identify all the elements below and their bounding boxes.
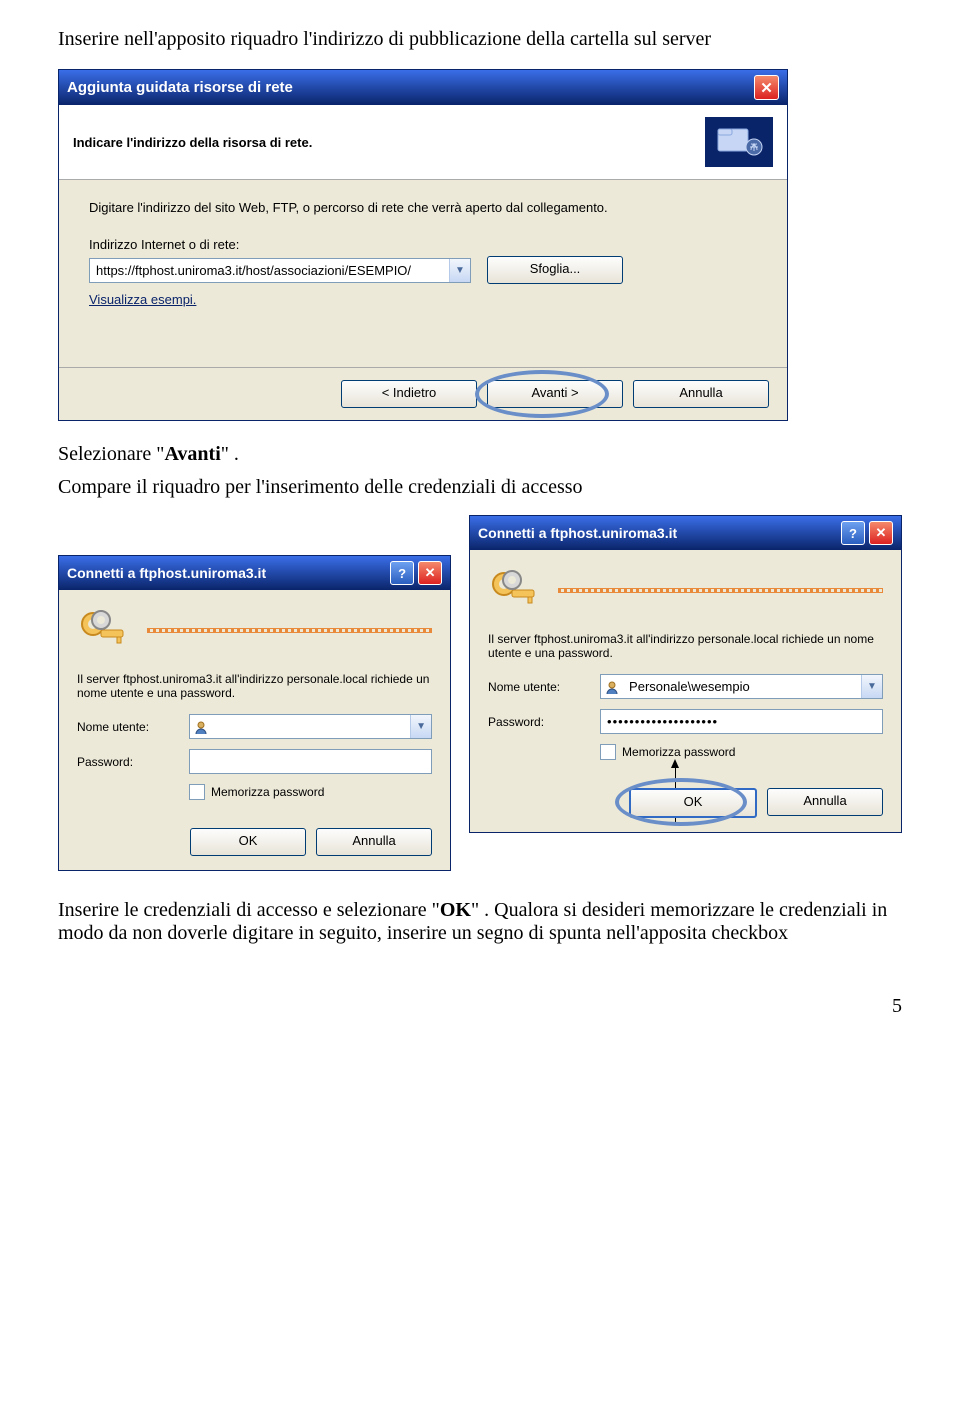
cred-titlebar: Connetti a ftphost.uniroma3.it ? ✕ [470, 516, 901, 550]
address-input[interactable] [90, 259, 449, 282]
wizard-header: Indicare l'indirizzo della risorsa di re… [59, 105, 787, 180]
username-input[interactable] [623, 675, 861, 698]
credential-dialogs-row: Connetti a ftphost.uniroma3.it ? ✕ [58, 515, 902, 871]
insert-cred-text: Inserire le credenziali di accesso e sel… [58, 899, 902, 945]
ok-button[interactable]: OK [190, 828, 306, 856]
chevron-down-icon[interactable]: ▼ [861, 675, 882, 698]
select-avanti-text: Selezionare "Avanti" . [58, 443, 902, 466]
cred-server-text: Il server ftphost.uniroma3.it all'indiri… [77, 672, 432, 700]
user-icon [190, 715, 212, 738]
back-button[interactable]: < Indietro [341, 380, 477, 408]
remember-checkbox[interactable] [600, 744, 616, 760]
username-input[interactable] [212, 715, 410, 738]
close-icon[interactable]: ✕ [869, 521, 893, 545]
cred-title-text: Connetti a ftphost.uniroma3.it [478, 525, 677, 541]
password-input[interactable] [190, 750, 431, 773]
remember-checkbox[interactable] [189, 784, 205, 800]
chevron-down-icon[interactable]: ▼ [449, 259, 470, 282]
password-label: Password: [488, 715, 600, 729]
help-icon[interactable]: ? [390, 561, 414, 585]
username-label: Nome utente: [77, 720, 189, 734]
password-field[interactable] [600, 709, 883, 734]
close-icon[interactable]: ✕ [418, 561, 442, 585]
ok-button[interactable]: OK [629, 788, 757, 818]
browse-button[interactable]: Sfoglia... [487, 256, 623, 284]
password-field[interactable] [189, 749, 432, 774]
remember-label: Memorizza password [622, 745, 735, 759]
wizard-footer: < Indietro Avanti > Annulla [59, 367, 787, 420]
cred-titlebar: Connetti a ftphost.uniroma3.it ? ✕ [59, 556, 450, 590]
credential-dialog-empty: Connetti a ftphost.uniroma3.it ? ✕ [58, 555, 451, 871]
cred-server-text: Il server ftphost.uniroma3.it all'indiri… [488, 632, 883, 660]
cancel-button[interactable]: Annulla [633, 380, 769, 408]
username-combo[interactable]: ▼ [189, 714, 432, 739]
close-icon[interactable]: ✕ [754, 75, 779, 100]
examples-link[interactable]: Visualizza esempi. [89, 292, 196, 307]
cancel-button[interactable]: Annulla [316, 828, 432, 856]
password-label: Password: [77, 755, 189, 769]
wizard-window: Aggiunta guidata risorse di rete ✕ Indic… [58, 69, 788, 421]
divider-decoration [147, 628, 432, 633]
address-label: Indirizzo Internet o di rete: [89, 237, 757, 252]
wizard-title: Aggiunta guidata risorse di rete [67, 79, 293, 96]
help-icon[interactable]: ? [841, 521, 865, 545]
user-icon [601, 675, 623, 698]
remember-label: Memorizza password [211, 785, 324, 799]
wizard-instruction: Digitare l'indirizzo del sito Web, FTP, … [89, 200, 757, 215]
chevron-down-icon[interactable]: ▼ [410, 715, 431, 738]
keys-icon [77, 606, 133, 654]
wizard-header-text: Indicare l'indirizzo della risorsa di re… [73, 135, 312, 150]
username-label: Nome utente: [488, 680, 600, 694]
cred-title-text: Connetti a ftphost.uniroma3.it [67, 565, 266, 581]
next-button[interactable]: Avanti > [487, 380, 623, 408]
address-combo[interactable]: ▼ [89, 258, 471, 283]
cancel-button[interactable]: Annulla [767, 788, 883, 816]
intro-text: Inserire nell'apposito riquadro l'indiri… [58, 28, 902, 51]
username-combo[interactable]: ▼ [600, 674, 883, 699]
wizard-body: Digitare l'indirizzo del sito Web, FTP, … [59, 180, 787, 367]
compare-text: Compare il riquadro per l'inserimento de… [58, 476, 902, 499]
network-folder-icon [705, 117, 773, 167]
page-number: 5 [0, 975, 960, 1030]
credential-dialog-filled: Connetti a ftphost.uniroma3.it ? ✕ [469, 515, 902, 833]
wizard-titlebar: Aggiunta guidata risorse di rete ✕ [59, 70, 787, 105]
divider-decoration [558, 588, 883, 593]
keys-icon [488, 566, 544, 614]
password-input[interactable] [601, 710, 882, 733]
